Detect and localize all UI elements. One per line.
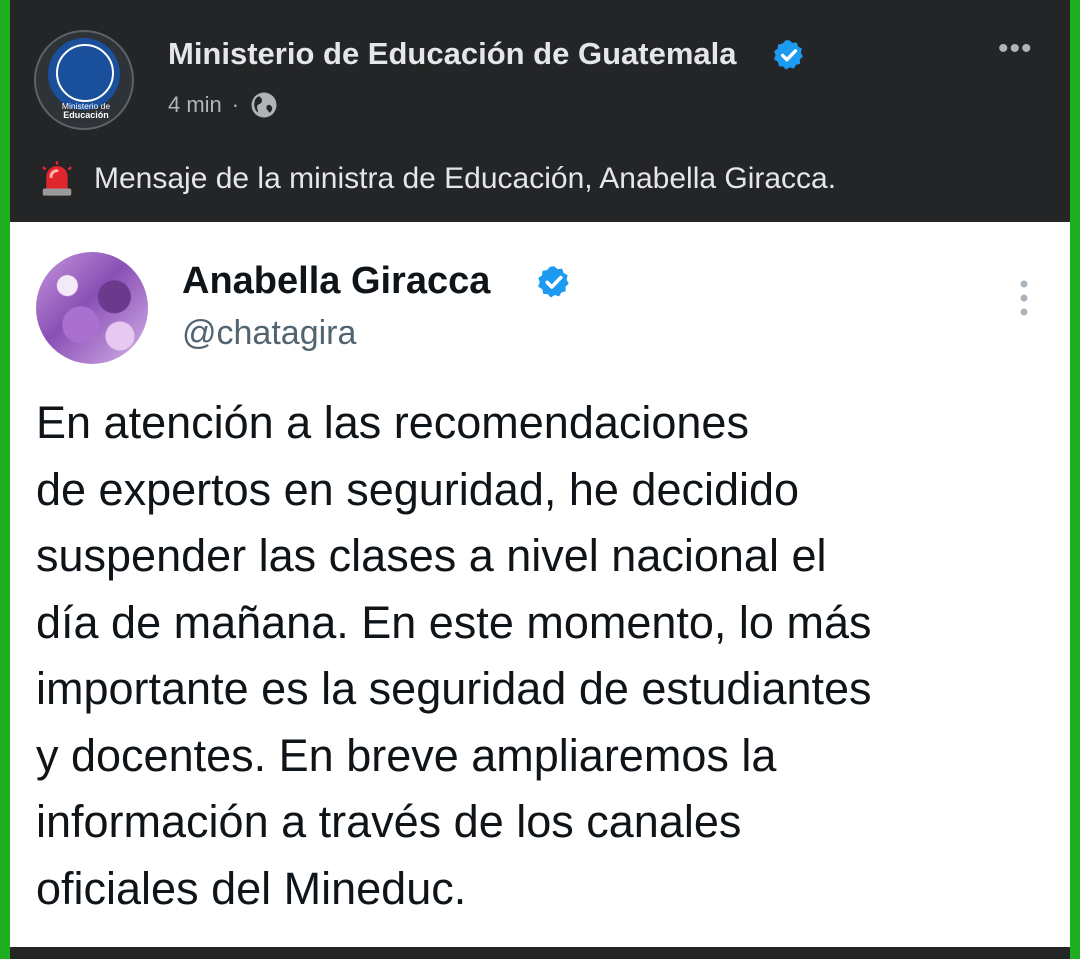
tweet-text: En atención a las recomendaciones de exp… (36, 390, 1046, 922)
post-meta: 4 min · (168, 90, 279, 120)
siren-icon (42, 161, 72, 196)
post-caption: Mensaje de la ministra de Educación, Ana… (38, 160, 836, 198)
tweet-text-line: día de mañana. En este momento, lo más (36, 596, 872, 648)
tweet-text-line: suspender las clases a nivel nacional el (36, 530, 827, 581)
tweet-text-line: y docentes. En breve ampliaremos la (36, 729, 777, 781)
seal-ring (56, 44, 114, 102)
tweet-text-line: importante es la seguridad de estudiante… (36, 663, 872, 714)
avatar-caption-line2: Educación (63, 110, 109, 120)
tweet-text-line: En atención a las recomendaciones (36, 397, 749, 448)
facebook-post-header: Ministerio de Educación Ministerio de Ed… (10, 0, 1070, 220)
tweet-text-line: información a través de los canales (36, 796, 742, 847)
tweet-text-line: oficiales del Mineduc. (36, 862, 467, 914)
caption-text: Mensaje de la ministra de Educación, Ana… (94, 162, 837, 195)
meta-separator: · (231, 92, 240, 117)
more-horizontal-icon[interactable]: ••• (998, 34, 1033, 64)
embedded-tweet[interactable]: Anabella Giracca @chatagira En atención … (10, 222, 1070, 947)
more-vertical-icon[interactable] (1012, 278, 1036, 318)
verified-badge-icon (773, 40, 803, 70)
post-time[interactable]: 4 min (168, 92, 222, 118)
verified-badge-icon (538, 266, 569, 298)
tweet-avatar[interactable] (36, 252, 148, 364)
tweet-text-line: de expertos en seguridad, he decidido (36, 463, 800, 515)
tweet-author-name[interactable]: Anabella Giracca (182, 260, 490, 303)
screenshot-frame: Ministerio de Educación Ministerio de Ed… (10, 0, 1070, 959)
avatar-caption: Ministerio de Educación (36, 102, 132, 120)
tweet-author-handle[interactable]: @chatagira (182, 314, 356, 353)
page-avatar[interactable]: Ministerio de Educación (34, 30, 134, 130)
globe-icon (251, 92, 277, 118)
page-name[interactable]: Ministerio de Educación de Guatemala (168, 36, 736, 72)
